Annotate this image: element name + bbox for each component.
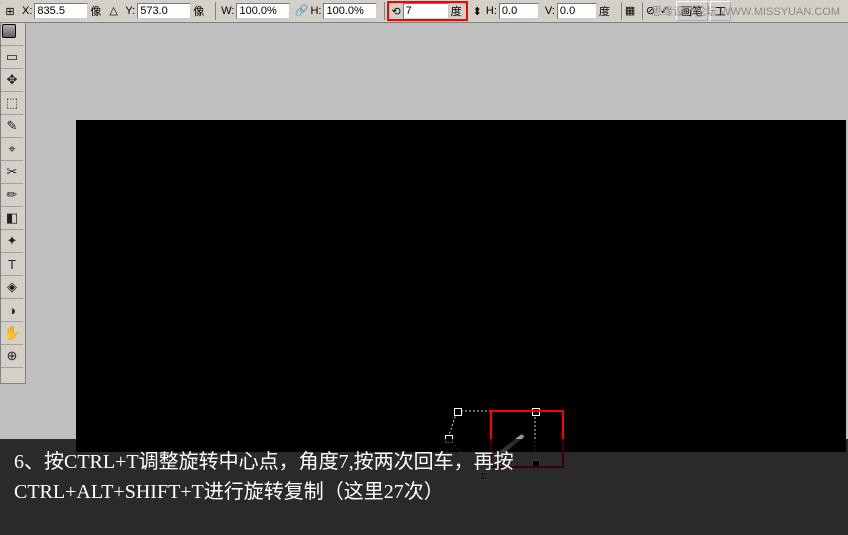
x-label: X: bbox=[20, 5, 34, 17]
reference-point-icon[interactable]: ⊞ bbox=[0, 2, 20, 20]
tool-lasso[interactable]: ⬚ bbox=[1, 92, 23, 115]
separator bbox=[621, 2, 622, 20]
h-input[interactable] bbox=[323, 3, 377, 19]
delta-icon[interactable]: △ bbox=[109, 4, 123, 18]
link-icon[interactable]: 🔗 bbox=[294, 4, 308, 18]
y-field: Y: 像 bbox=[123, 3, 208, 19]
w-label: W: bbox=[219, 5, 236, 17]
tutorial-caption: 6、按CTRL+T调整旋转中心点，角度7,按两次回车，再按 CTRL+ALT+S… bbox=[0, 439, 848, 535]
tool-move[interactable]: ✥ bbox=[1, 69, 23, 92]
tool-pen[interactable]: ✦ bbox=[1, 230, 23, 253]
tool-zoom[interactable]: ⊕ bbox=[1, 345, 23, 368]
watermark-text: 思缘设计论坛 WWW.MISSYUAN.COM bbox=[651, 3, 840, 19]
caption-line-2: CTRL+ALT+SHIFT+T进行旋转复制（这里27次） bbox=[14, 477, 834, 507]
rotation-input[interactable] bbox=[403, 3, 449, 19]
tool-crop[interactable]: ⌖ bbox=[1, 138, 23, 161]
h-label: H: bbox=[308, 5, 323, 17]
transform-options-bar: ⊞ X: 像 △ Y: 像 W: 🔗 H: ⟲ 度 ⬍ H: V: 度 ▦ ⊘ … bbox=[0, 0, 848, 23]
tool-dodge[interactable]: ◑ bbox=[1, 299, 23, 322]
tool-shape[interactable]: ◈ bbox=[1, 276, 23, 299]
w-field: W: bbox=[219, 3, 290, 19]
color-swatch[interactable] bbox=[1, 23, 23, 46]
h-field: H: bbox=[308, 3, 377, 19]
skew-h-field: ⬍ H: bbox=[471, 3, 539, 19]
skew-v-label: V: bbox=[543, 5, 557, 17]
foreground-color-icon bbox=[2, 24, 16, 38]
skew-v-field: V: 度 bbox=[543, 3, 614, 19]
canvas[interactable] bbox=[76, 120, 846, 452]
x-input[interactable] bbox=[34, 3, 88, 19]
y-unit: 像 bbox=[191, 3, 208, 19]
skew-h-input[interactable] bbox=[499, 3, 539, 19]
tool-type[interactable]: T bbox=[1, 253, 23, 276]
separator bbox=[215, 2, 216, 20]
angle-icon: ⟲ bbox=[389, 5, 402, 18]
angle-unit: 度 bbox=[449, 3, 466, 19]
skew-unit: 度 bbox=[597, 3, 614, 19]
rotation-field: ⟲ 度 bbox=[388, 2, 466, 20]
x-field: X: 像 bbox=[20, 3, 105, 19]
y-input[interactable] bbox=[137, 3, 191, 19]
skew-h-label: H: bbox=[484, 5, 499, 17]
tool-wand[interactable]: ✎ bbox=[1, 115, 23, 138]
separator bbox=[384, 2, 385, 20]
x-unit: 像 bbox=[88, 3, 105, 19]
caption-line-1: 6、按CTRL+T调整旋转中心点，角度7,按两次回车，再按 bbox=[14, 447, 834, 477]
toolbox: ▭ ✥ ⬚ ✎ ⌖ ✂ ✏ ◧ ✦ T ◈ ◑ ✋ ⊕ bbox=[0, 22, 26, 384]
tool-slice[interactable]: ✂ bbox=[1, 161, 23, 184]
skew-v-input[interactable] bbox=[557, 3, 597, 19]
tool-marquee[interactable]: ▭ bbox=[1, 46, 23, 69]
tool-hand[interactable]: ✋ bbox=[1, 322, 23, 345]
tool-gradient[interactable]: ◧ bbox=[1, 207, 23, 230]
transform-handle[interactable] bbox=[454, 408, 462, 416]
skew-h-icon: ⬍ bbox=[471, 5, 484, 18]
tool-brush[interactable]: ✏ bbox=[1, 184, 23, 207]
separator bbox=[642, 2, 643, 20]
y-label: Y: bbox=[123, 5, 137, 17]
warp-icon[interactable]: ▦ bbox=[625, 4, 639, 18]
w-input[interactable] bbox=[236, 3, 290, 19]
